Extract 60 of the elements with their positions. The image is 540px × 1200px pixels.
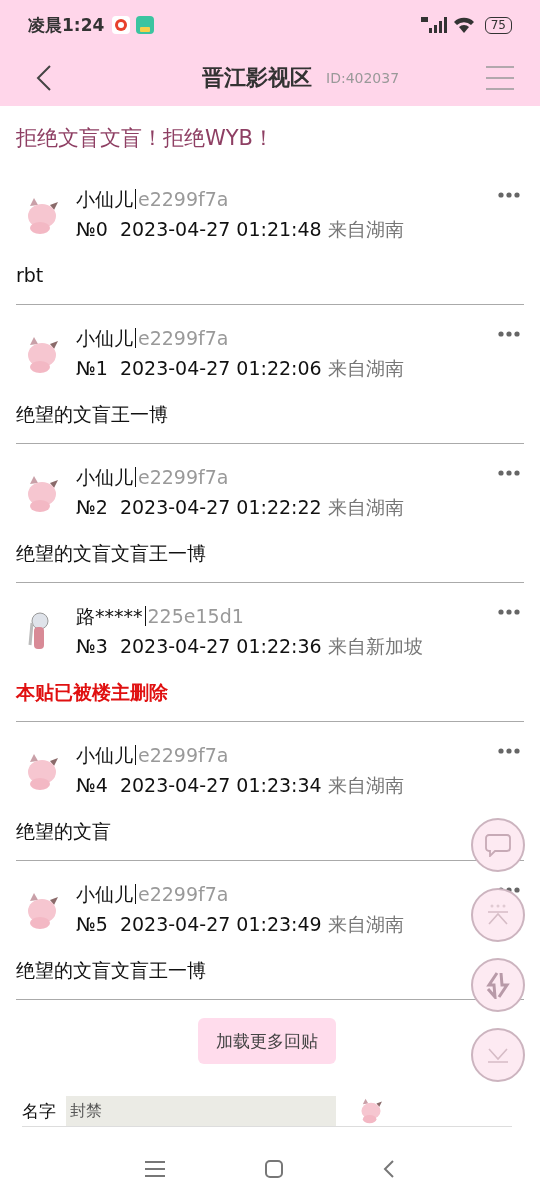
load-more-button[interactable]: 加载更多回贴 bbox=[198, 1018, 336, 1064]
post-time: 2023-04-27 01:23:34 bbox=[119, 774, 322, 796]
post-location: 来自湖南 bbox=[327, 357, 404, 379]
post-location: 来自新加坡 bbox=[327, 635, 423, 657]
user-name: 小仙儿 bbox=[76, 466, 133, 488]
post-time: 2023-04-27 01:23:49 bbox=[119, 913, 322, 935]
home-icon[interactable] bbox=[265, 1160, 283, 1178]
signal-icon bbox=[420, 17, 447, 33]
user-id: e2299f7a bbox=[135, 745, 229, 765]
status-time: 凌晨1:24 bbox=[28, 13, 105, 37]
user-name: 小仙儿 bbox=[76, 188, 133, 210]
wifi-icon bbox=[452, 17, 475, 33]
user-name: 路***** bbox=[76, 605, 143, 627]
user-name: 小仙儿 bbox=[76, 883, 133, 905]
post-time: 2023-04-27 01:22:36 bbox=[119, 635, 322, 657]
battery-indicator: 75 bbox=[484, 16, 512, 34]
scroll-top-icon bbox=[486, 904, 510, 926]
refresh-icon bbox=[485, 971, 511, 999]
notice-text: 拒绝文盲文盲！拒绝WYB！ bbox=[15, 125, 275, 152]
scroll-bottom-icon bbox=[486, 1047, 510, 1063]
name-field[interactable]: 封禁 bbox=[66, 1096, 336, 1126]
post-body: 绝望的文盲文盲王一博 bbox=[16, 538, 524, 583]
post-location: 来自湖南 bbox=[327, 774, 404, 796]
floor-number: №0 bbox=[76, 218, 108, 240]
more-icon[interactable] bbox=[498, 748, 520, 754]
user-name: 小仙儿 bbox=[76, 744, 133, 766]
floor-number: №5 bbox=[76, 913, 108, 935]
post-location: 来自湖南 bbox=[327, 218, 404, 240]
user-id: e2299f7a bbox=[135, 467, 229, 487]
more-icon[interactable] bbox=[498, 609, 520, 615]
post-body: 绝望的文盲王一博 bbox=[16, 399, 524, 444]
floor-number: №4 bbox=[76, 774, 108, 796]
name-label: 名字 bbox=[22, 1100, 56, 1123]
user-id: 225e15d1 bbox=[144, 606, 244, 626]
refresh-button[interactable] bbox=[471, 958, 525, 1012]
menu-icon[interactable] bbox=[145, 1161, 165, 1177]
back-icon[interactable] bbox=[36, 65, 52, 91]
post-time: 2023-04-27 01:21:48 bbox=[119, 218, 322, 240]
post-location: 来自湖南 bbox=[327, 496, 404, 518]
deleted-notice: 本贴已被楼主删除 bbox=[16, 677, 524, 722]
post-location: 来自湖南 bbox=[327, 913, 404, 935]
more-icon[interactable] bbox=[498, 192, 520, 198]
user-name: 小仙儿 bbox=[76, 327, 133, 349]
user-id: e2299f7a bbox=[135, 328, 229, 348]
post-time: 2023-04-27 01:22:22 bbox=[119, 496, 322, 518]
floor-number: №2 bbox=[76, 496, 108, 518]
more-icon[interactable] bbox=[498, 470, 520, 476]
back-icon[interactable] bbox=[383, 1160, 395, 1178]
user-id: e2299f7a bbox=[135, 884, 229, 904]
board-id: ID:402037 bbox=[326, 70, 401, 86]
app-icon bbox=[136, 16, 155, 34]
user-id: e2299f7a bbox=[135, 189, 229, 209]
floor-number: №3 bbox=[76, 635, 108, 657]
page-title: 晋江影视区 bbox=[202, 64, 312, 92]
post-time: 2023-04-27 01:22:06 bbox=[119, 357, 322, 379]
app-icon bbox=[112, 16, 131, 34]
post-body: rbt bbox=[16, 260, 524, 305]
more-icon[interactable] bbox=[498, 331, 520, 337]
comment-icon bbox=[485, 833, 511, 857]
floor-number: №1 bbox=[76, 357, 108, 379]
